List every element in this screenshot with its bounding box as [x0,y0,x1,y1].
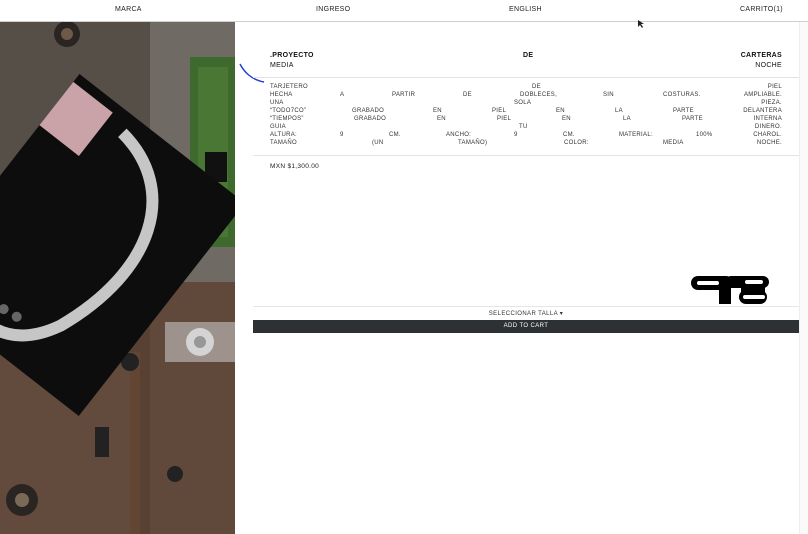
description-line: HECHA A PARTIR DE DOBLECES, SIN COSTURAS… [270,92,782,100]
nav-marca-link[interactable]: MARCA [115,6,142,13]
desc-word: PIEL [497,116,512,122]
description-line: TARJETERO DE PIEL [270,84,782,92]
desc-word: “TIEMPOS” [270,116,304,122]
product-photo-drawing [0,22,235,534]
product-photo [0,22,235,534]
description-line: UNA SOLA PIEZA. [270,100,782,108]
desc-word: 9 [340,132,344,138]
product-title: .PROYECTO DE CARTERAS MEDIA NOCHE [253,52,799,76]
desc-word: 9 [514,132,518,138]
desc-word: MATERIAL: [619,132,653,138]
desc-word: PIEL [767,84,782,90]
top-navigation: MARCA INGRESO ENGLISH CARRITO(1) [0,0,808,22]
desc-word: GUIA [270,124,286,130]
desc-word: HECHA [270,92,293,98]
desc-word: PIEZA. [761,100,782,106]
nav-cart-link[interactable]: CARRITO(1) [740,6,783,13]
desc-word: SOLA [514,100,532,106]
desc-word: MEDIA [663,140,684,146]
divider [253,77,799,78]
description-line: GUIA TU DINERO. [270,124,782,132]
title-word-3: CARTERAS [740,52,782,59]
desc-word: TAMAÑO [270,140,298,146]
desc-word: LA [623,116,631,122]
desc-word: TARJETERO [270,84,308,90]
desc-word: COSTURAS. [663,92,701,98]
nav-english-link[interactable]: ENGLISH [509,6,542,13]
add-to-cart-button[interactable]: ADD TO CART [253,320,799,333]
desc-word: GRABADO [354,116,387,122]
nav-ingreso-link[interactable]: INGRESO [316,6,350,13]
desc-word: GRABADO [352,108,385,114]
desc-word: CM. [563,132,575,138]
desc-word: AMPLIABLE. [743,92,782,98]
subtitle-right: NOCHE [755,62,782,69]
desc-word: DE [463,92,472,98]
desc-word: A [340,92,345,98]
size-selector-label[interactable]: SELECCIONAR TALLA ▾ [253,310,799,317]
desc-word: CM. [389,132,401,138]
desc-word: DOBLECES, [520,92,558,98]
desc-word: NOCHE. [756,140,782,146]
product-price: MXN $1,300.00 [270,163,320,170]
desc-word: CHAROL. [753,132,782,138]
desc-word: SIN [603,92,614,98]
description-line: “TODO7CO” GRABADO EN PIEL EN LA PARTE DE… [270,108,782,116]
desc-word: ANCHO: [446,132,472,138]
desc-word: DE [532,84,541,90]
desc-word: EN [437,116,446,122]
desc-word: TU [519,124,528,130]
title-word-1: .PROYECTO [270,52,314,59]
desc-word: 100% [696,132,713,138]
todo7co-logo [691,276,769,304]
desc-word: ALTURA: [270,132,297,138]
description-line: TAMAÑO (UN TAMAÑO) COLOR: MEDIA NOCHE. [270,140,782,148]
desc-word: LA [615,108,623,114]
divider [253,155,799,156]
product-detail: .PROYECTO DE CARTERAS MEDIA NOCHE TARJET… [253,22,799,334]
cursor-icon [638,20,644,28]
desc-word: COLOR: [564,140,589,146]
desc-word: (UN [372,140,384,146]
desc-word: PIEL [492,108,507,114]
desc-word: PARTE [682,116,703,122]
desc-word: EN [562,116,571,122]
title-word-2: DE [523,52,534,59]
desc-word: “TODO7CO” [270,108,307,114]
desc-word: PARTE [673,108,694,114]
page-scrollbar[interactable] [799,22,808,534]
size-selector[interactable]: SELECCIONAR TALLA ▾ [253,306,799,321]
subtitle-left: MEDIA [270,62,294,69]
desc-word: DELANTERA [743,108,782,114]
desc-word: PARTIR [392,92,416,98]
desc-word: EN [556,108,565,114]
desc-word: DINERO. [754,124,782,130]
desc-word: INTERNA [753,116,782,122]
description-line: “TIEMPOS” GRABADO EN PIEL EN LA PARTE IN… [270,116,782,124]
description-line: ALTURA: 9 CM. ANCHO: 9 CM. MATERIAL: 100… [270,132,782,140]
desc-word: UNA [270,100,284,106]
desc-word: EN [433,108,442,114]
desc-word: TAMAÑO) [458,140,488,146]
